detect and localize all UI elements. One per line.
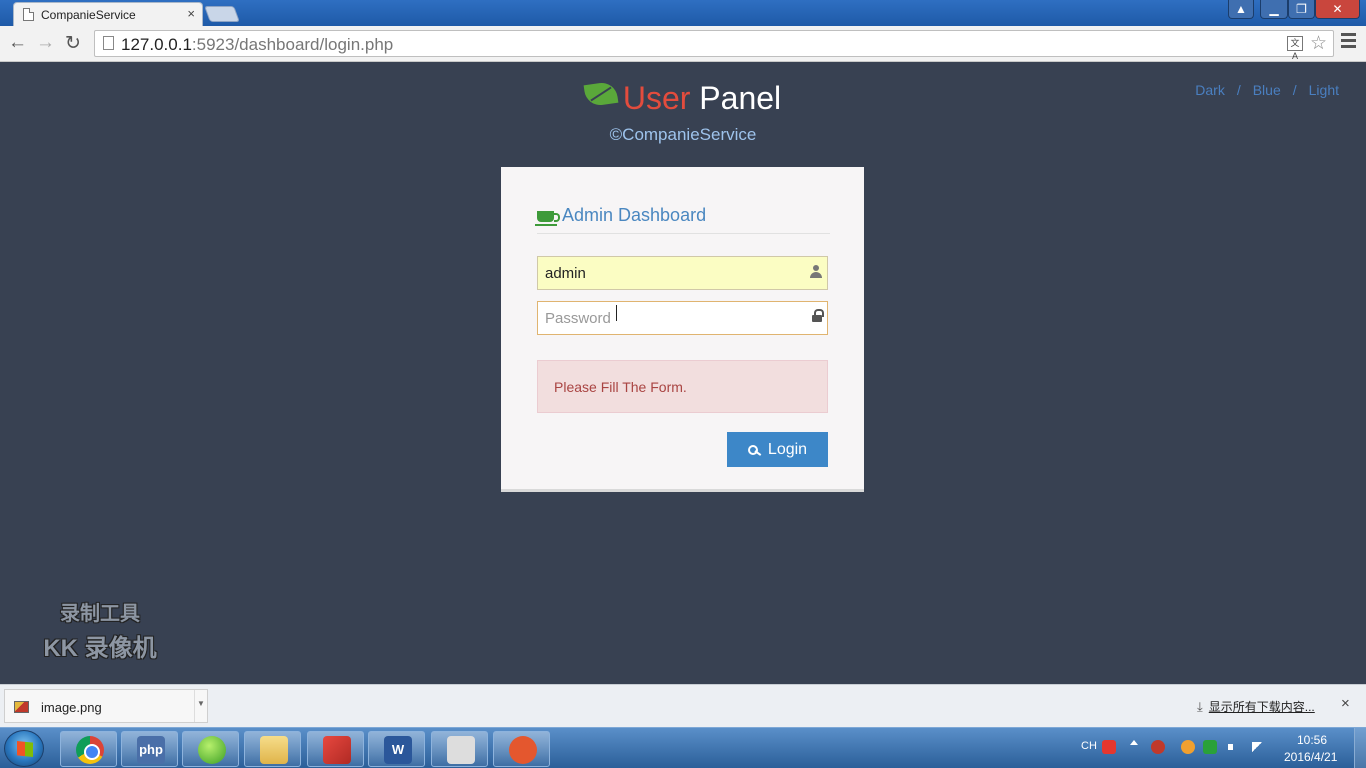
tab-title: CompanieService xyxy=(41,8,136,22)
taskbar-app-face[interactable] xyxy=(431,731,488,767)
show-desktop-button[interactable] xyxy=(1354,728,1366,768)
divider xyxy=(537,233,830,234)
php-icon: php xyxy=(137,736,165,764)
page-icon xyxy=(23,8,34,21)
tray-green-icon[interactable] xyxy=(1203,740,1217,754)
leaf-icon xyxy=(583,80,619,108)
word-icon: W xyxy=(384,736,412,764)
page-content: Dark / Blue / Light User Panel ©CompanieServ… xyxy=(0,62,1366,684)
minimize-button[interactable]: ▁ xyxy=(1260,0,1288,19)
url-host: 127.0.0.1 xyxy=(121,35,192,54)
tray-app-icon[interactable] xyxy=(1151,740,1165,754)
url-text[interactable]: 127.0.0.1:5923/dashboard/login.php xyxy=(121,35,393,55)
folder-icon xyxy=(260,736,288,764)
user-profile-button[interactable]: ▲ xyxy=(1228,0,1254,19)
chrome-icon xyxy=(76,736,104,764)
username-input[interactable]: admin xyxy=(537,256,828,290)
key-icon xyxy=(747,445,762,455)
taskbar-app-php[interactable]: php xyxy=(121,731,178,767)
book-icon xyxy=(323,736,351,764)
browser-toolbar: ← → ↻ 127.0.0.1:5923/dashboard/login.php… xyxy=(0,26,1366,62)
php-icon-label: php xyxy=(139,742,163,757)
login-card: Admin Dashboard admin Password Please Fi… xyxy=(501,167,864,492)
show-all-downloads-link[interactable]: ⤓ 显示所有下载内容... xyxy=(1197,698,1315,715)
show-all-text: 显示所有下载内容... xyxy=(1208,700,1315,714)
login-title: Admin Dashboard xyxy=(535,205,707,226)
qq-icon[interactable] xyxy=(1181,740,1195,754)
orb-icon xyxy=(198,736,226,764)
forward-arrow-icon[interactable]: → xyxy=(36,32,55,54)
brand-panel-text: Panel xyxy=(699,80,782,116)
password-placeholder: Password xyxy=(545,310,611,327)
download-bar-close-icon[interactable]: × xyxy=(1341,695,1350,712)
image-file-icon xyxy=(14,701,29,713)
login-title-text: Admin Dashboard xyxy=(562,205,707,225)
coffee-cup-icon xyxy=(535,211,560,226)
browser-titlebar: CompanieService × ▲ ▁ ❐ ✕ xyxy=(0,0,1366,26)
login-button-label: Login xyxy=(767,441,808,458)
form-alert: Please Fill The Form. xyxy=(537,360,828,413)
download-bar: image.png ▼ ⤓ 显示所有下载内容... × xyxy=(0,684,1366,727)
bookmark-star-icon[interactable]: ☆ xyxy=(1310,32,1327,55)
browser-tab[interactable]: CompanieService × xyxy=(13,2,203,26)
word-icon-label: W xyxy=(391,742,405,757)
brand-title: User Panel xyxy=(0,80,1366,117)
clock-date[interactable]: 2016/4/21 xyxy=(1284,750,1337,764)
download-icon: ⤓ xyxy=(1197,699,1203,714)
clock-time[interactable]: 10:56 xyxy=(1297,733,1327,747)
user-icon xyxy=(810,265,822,279)
download-item[interactable]: image.png ▼ xyxy=(4,689,208,723)
window-close-button[interactable]: ✕ xyxy=(1315,0,1360,19)
input-language[interactable]: CH xyxy=(1081,740,1097,752)
login-button[interactable]: Login xyxy=(727,432,828,467)
face-icon xyxy=(447,736,475,764)
taskbar-app-recorder[interactable] xyxy=(493,731,550,767)
new-tab-button[interactable] xyxy=(204,6,240,22)
text-cursor-icon xyxy=(613,305,621,321)
recorder-watermark: 录制工具 KK 录像机 xyxy=(30,597,170,663)
taskbar-app-explorer[interactable] xyxy=(244,731,301,767)
alert-text: Please Fill The Form. xyxy=(554,379,687,395)
watermark-line1: 录制工具 xyxy=(60,603,140,625)
url-path: :5923/dashboard/login.php xyxy=(191,35,394,54)
network-icon[interactable] xyxy=(1250,740,1264,754)
download-file-name: image.png xyxy=(41,700,102,715)
copyright-text: ©CompanieService xyxy=(609,125,757,144)
system-tray: CH 10:56 2016/4/21 xyxy=(1078,728,1366,768)
taskbar-app-word[interactable]: W xyxy=(368,731,425,767)
ninja-icon xyxy=(509,736,537,764)
taskbar-app-orb[interactable] xyxy=(182,731,239,767)
sogou-ime-icon[interactable] xyxy=(1102,740,1116,754)
reload-icon[interactable]: ↻ xyxy=(65,32,81,55)
translate-icon[interactable]: 文A xyxy=(1287,36,1303,61)
chevron-down-icon[interactable]: ▼ xyxy=(194,690,207,722)
username-value: admin xyxy=(545,265,586,282)
volume-icon[interactable] xyxy=(1227,740,1241,754)
taskbar-app-chrome[interactable] xyxy=(60,731,117,767)
page-icon xyxy=(103,36,114,50)
address-bar[interactable]: 127.0.0.1:5923/dashboard/login.php 文A ☆ xyxy=(94,30,1334,61)
windows-taskbar: php W CH 10:56 2016/4/21 xyxy=(0,727,1366,768)
brand-user-text: User xyxy=(622,80,691,116)
taskbar-app-book[interactable] xyxy=(307,731,364,767)
show-hidden-icons-icon[interactable] xyxy=(1130,740,1138,745)
lock-icon xyxy=(812,309,824,323)
maximize-button[interactable]: ❐ xyxy=(1288,0,1315,19)
password-input[interactable]: Password xyxy=(537,301,828,335)
tab-close-icon[interactable]: × xyxy=(187,6,195,21)
start-button[interactable] xyxy=(4,730,44,767)
menu-icon[interactable] xyxy=(1341,33,1356,51)
watermark-line2: KK 录像机 xyxy=(43,635,157,662)
back-arrow-icon[interactable]: ← xyxy=(8,32,27,54)
